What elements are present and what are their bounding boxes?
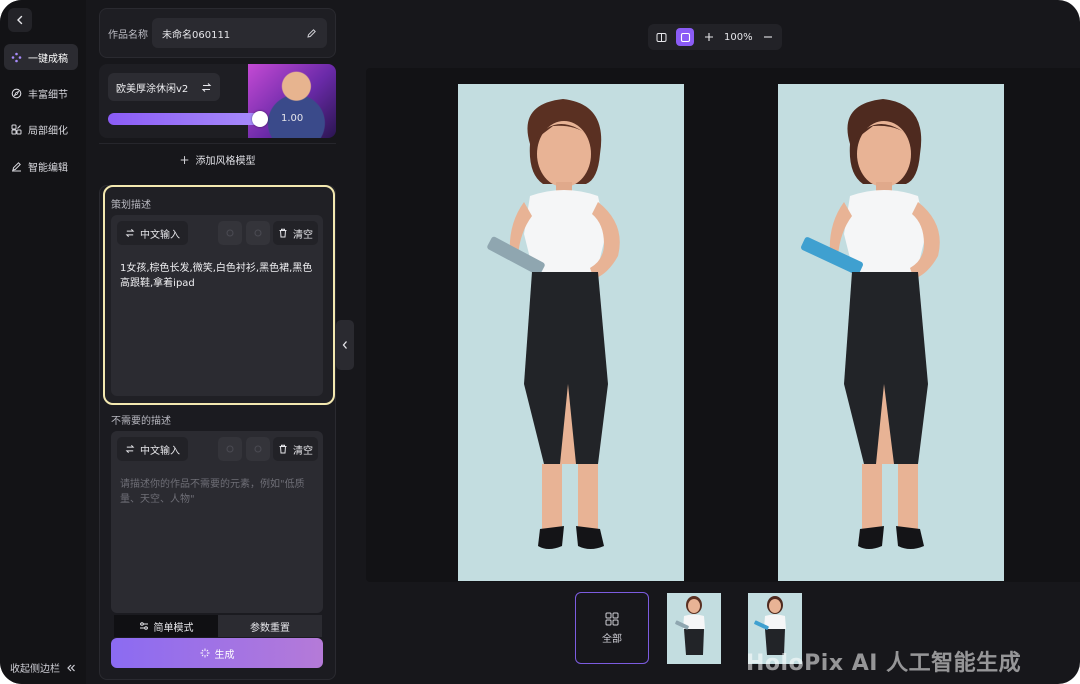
result-image-2[interactable] bbox=[778, 84, 1004, 581]
panel-collapse-handle[interactable] bbox=[336, 320, 354, 370]
app-window: 一键成稿 丰富细节 局部细化 智能编辑 收起侧边栏 作品名称 未命名060111… bbox=[0, 0, 1080, 684]
nav-item-label: 丰富细节 bbox=[28, 89, 68, 101]
clear-negative-button[interactable]: 清空 bbox=[273, 437, 318, 461]
plus-icon bbox=[705, 33, 713, 41]
result-image-1[interactable] bbox=[458, 84, 684, 581]
view-toolbar: 100% bbox=[648, 24, 782, 50]
nav-item-local-refine[interactable]: 局部细化 bbox=[4, 116, 78, 142]
character-illustration bbox=[487, 99, 620, 549]
swap-icon bbox=[125, 445, 135, 453]
zoom-out-button[interactable] bbox=[759, 28, 777, 46]
tab-simple-mode[interactable]: 简单模式 bbox=[114, 615, 218, 637]
nav-item-one-click[interactable]: 一键成稿 bbox=[4, 44, 78, 70]
tab-simple-mode-label: 简单模式 bbox=[153, 622, 194, 634]
add-style-model-button[interactable]: + 添加风格模型 bbox=[99, 143, 336, 175]
clear-label: 清空 bbox=[293, 229, 313, 241]
nav-item-enrich-details[interactable]: 丰富细节 bbox=[4, 80, 78, 106]
double-chevron-left-icon bbox=[67, 664, 75, 671]
thumbnail-image-1[interactable] bbox=[667, 593, 721, 664]
nav-item-label: 一键成稿 bbox=[28, 53, 68, 65]
sparkle-icon bbox=[11, 52, 22, 62]
nav-item-smart-edit[interactable]: 智能编辑 bbox=[4, 153, 78, 179]
minus-icon bbox=[763, 36, 772, 38]
slider-handle[interactable] bbox=[252, 111, 268, 127]
grid-edit-icon bbox=[11, 124, 22, 134]
ai-watermark: HoloPix AI 人工智能生成 bbox=[746, 651, 1022, 676]
character-thumbnail bbox=[675, 596, 705, 655]
prompt-text: 1女孩,棕色长发,微笑,白色衬衫,黑色裙,黑色高跟鞋,拿着ipad bbox=[120, 263, 313, 289]
nav-rail: 一键成稿 丰富细节 局部细化 智能编辑 收起侧边栏 bbox=[0, 0, 86, 684]
split-view-icon bbox=[656, 32, 666, 42]
chinese-input-label: 中文输入 bbox=[140, 229, 180, 241]
negative-redo-button[interactable] bbox=[246, 437, 270, 461]
plus-icon: + bbox=[179, 152, 190, 167]
style-model-name: 欧美厚涂休闲v2 bbox=[116, 83, 189, 95]
single-view-icon bbox=[680, 32, 690, 42]
mode-tabs: 简单模式 参数重置 bbox=[114, 615, 322, 637]
compass-icon bbox=[11, 88, 22, 98]
swap-icon bbox=[125, 229, 135, 237]
prompt-title: 策划描述 bbox=[111, 200, 151, 211]
back-button[interactable] bbox=[8, 8, 32, 32]
sparkle-icon bbox=[200, 648, 209, 658]
split-view-button[interactable] bbox=[652, 28, 670, 46]
zoom-level: 100% bbox=[724, 31, 753, 43]
grid-icon bbox=[605, 612, 619, 625]
undo-button[interactable] bbox=[218, 221, 242, 245]
tab-params-reset[interactable]: 参数重置 bbox=[218, 615, 322, 637]
collapse-sidebar-button[interactable]: 收起侧边栏 bbox=[10, 660, 76, 675]
style-model-selector[interactable]: 欧美厚涂休闲v2 bbox=[108, 73, 220, 101]
tab-params-reset-label: 参数重置 bbox=[250, 622, 290, 634]
negative-placeholder: 请描述你的作品不需要的元素，例如"低质量、天空、人物" bbox=[120, 479, 305, 505]
nav-item-label: 局部细化 bbox=[28, 125, 68, 137]
clear-prompt-button[interactable]: 清空 bbox=[273, 221, 318, 245]
trash-icon bbox=[279, 444, 287, 454]
swap-icon bbox=[201, 82, 212, 92]
trash-icon bbox=[279, 228, 287, 238]
work-name-input[interactable]: 未命名060111 bbox=[152, 18, 327, 48]
character-illustration bbox=[801, 99, 940, 549]
collapse-sidebar-label: 收起侧边栏 bbox=[10, 664, 60, 675]
settings-icon bbox=[226, 445, 234, 453]
negative-undo-button[interactable] bbox=[218, 437, 242, 461]
work-name-value: 未命名060111 bbox=[162, 29, 231, 41]
edit-pencil-icon[interactable] bbox=[306, 28, 317, 39]
style-strength-slider[interactable] bbox=[108, 113, 260, 125]
negative-chinese-input-button[interactable]: 中文输入 bbox=[117, 437, 188, 461]
single-view-button[interactable] bbox=[676, 28, 694, 46]
style-strength-value: 1.00 bbox=[281, 113, 304, 124]
generate-label: 生成 bbox=[214, 649, 235, 661]
chevron-left-icon bbox=[342, 341, 347, 349]
chinese-input-label: 中文输入 bbox=[140, 445, 180, 457]
add-style-label: 添加风格模型 bbox=[195, 156, 256, 167]
pen-icon bbox=[12, 161, 21, 171]
generate-button[interactable]: 生成 bbox=[111, 638, 323, 668]
negative-prompt-title: 不需要的描述 bbox=[111, 416, 171, 427]
nav-item-label: 智能编辑 bbox=[28, 162, 68, 174]
settings-icon bbox=[226, 229, 234, 237]
thumbnail-all-label: 全部 bbox=[602, 633, 622, 645]
work-name-label: 作品名称 bbox=[108, 30, 148, 41]
zoom-in-button[interactable] bbox=[700, 28, 718, 46]
thumbnail-all[interactable]: 全部 bbox=[575, 592, 649, 664]
settings-icon bbox=[254, 445, 262, 453]
settings-icon bbox=[254, 229, 262, 237]
sliders-icon bbox=[139, 622, 148, 630]
redo-button[interactable] bbox=[246, 221, 270, 245]
clear-label: 清空 bbox=[293, 445, 313, 457]
chinese-input-button[interactable]: 中文输入 bbox=[117, 221, 188, 245]
result-canvas bbox=[366, 68, 1080, 582]
chevron-left-icon bbox=[17, 15, 23, 25]
